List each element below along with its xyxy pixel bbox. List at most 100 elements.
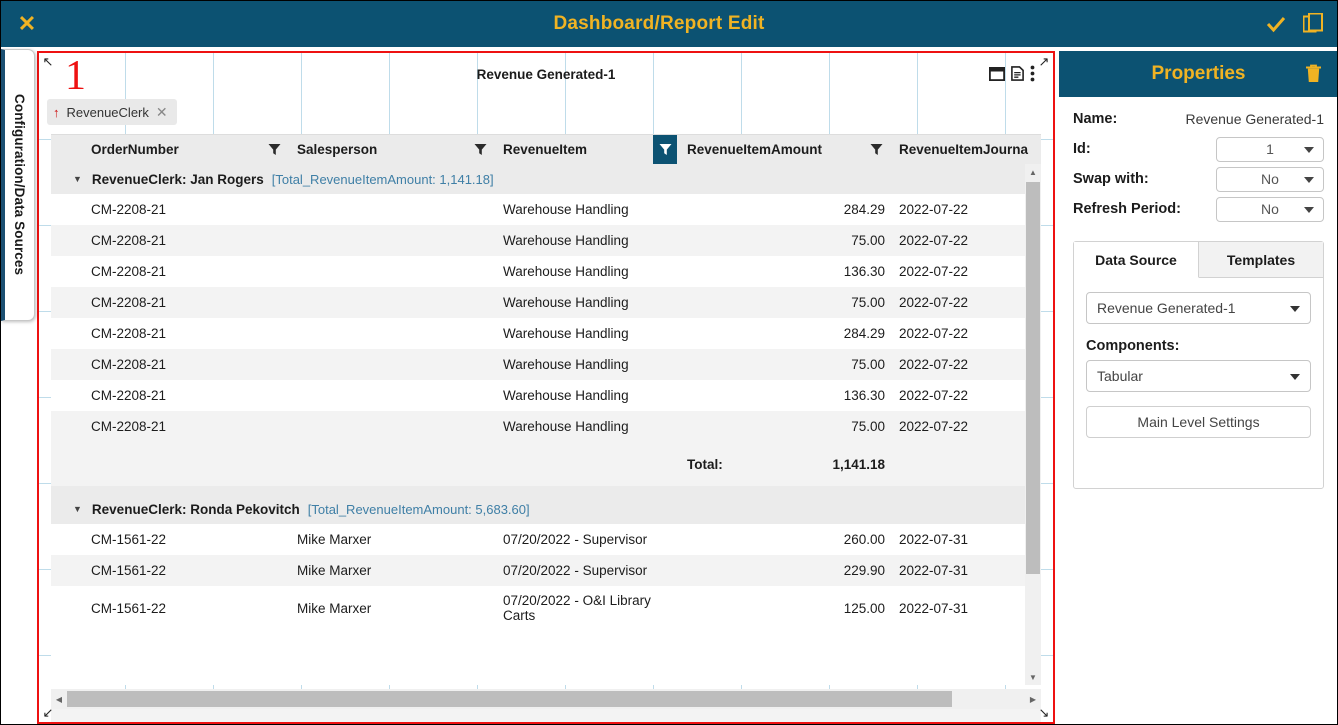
- check-icon[interactable]: [1265, 13, 1287, 35]
- cell-revenueitemamount: 75.00: [679, 225, 891, 256]
- filter-icon-salesperson[interactable]: [469, 135, 491, 165]
- group-total-value: 1,141.18: [775, 457, 891, 472]
- cell-revenueitemamount: 260.00: [679, 524, 891, 555]
- table-row[interactable]: CM-2208-21 Warehouse Handling 284.29 202…: [51, 194, 1041, 225]
- group-collapse-icon[interactable]: ▼: [73, 174, 82, 184]
- table-row[interactable]: CM-2208-21 Warehouse Handling 284.29 202…: [51, 318, 1041, 349]
- scroll-left-icon[interactable]: ◀: [51, 695, 67, 704]
- components-label: Components:: [1086, 338, 1311, 354]
- scroll-down-icon[interactable]: ▼: [1025, 669, 1041, 685]
- table-row[interactable]: CM-2208-21 Warehouse Handling 75.00 2022…: [51, 287, 1041, 318]
- cell-revenueitem: Warehouse Handling: [495, 287, 679, 318]
- cell-revenueitemjournal: 2022-07-22: [891, 256, 1041, 287]
- table-row[interactable]: CM-1561-22 Mike Marxer 07/20/2022 - O&I …: [51, 586, 1041, 630]
- horizontal-scroll-thumb[interactable]: [67, 691, 952, 707]
- cell-revenueitemamount: 136.30: [679, 256, 891, 287]
- field-refresh-period: Refresh Period: No: [1059, 195, 1338, 223]
- table-row[interactable]: CM-1561-22 Mike Marxer 07/20/2022 - Supe…: [51, 555, 1041, 586]
- column-label: RevenueItemAmount: [679, 142, 822, 157]
- document-icon[interactable]: [1011, 66, 1024, 81]
- components-select[interactable]: Tabular: [1086, 360, 1311, 392]
- cell-salesperson: [289, 256, 495, 287]
- filter-icon-revenueitem[interactable]: [653, 135, 677, 165]
- cell-revenueitem: Warehouse Handling: [495, 225, 679, 256]
- scroll-up-icon[interactable]: ▲: [1025, 164, 1041, 180]
- group-label: RevenueClerk: Jan Rogers: [92, 172, 264, 187]
- chevron-down-icon: [1290, 306, 1300, 312]
- resize-handle-top-right[interactable]: ↗: [1037, 55, 1051, 69]
- report-canvas[interactable]: ↖ ↗ ↙ ↘ 1 Revenue Generated-1: [37, 51, 1055, 724]
- properties-title: Properties: [1152, 63, 1246, 85]
- resize-handle-bottom-left[interactable]: ↙: [41, 706, 55, 720]
- remove-sort-icon[interactable]: ✕: [156, 105, 168, 119]
- group-collapse-icon[interactable]: ▼: [73, 504, 82, 514]
- swap-with-select[interactable]: No: [1216, 167, 1324, 192]
- table-horizontal-scrollbar[interactable]: ◀ ▶: [51, 689, 1041, 709]
- window-icon[interactable]: [989, 67, 1005, 81]
- table-row[interactable]: CM-2208-21 Warehouse Handling 75.00 2022…: [51, 349, 1041, 380]
- field-id: Id: 1: [1059, 135, 1338, 163]
- cell-revenueitem: 07/20/2022 - Supervisor: [495, 524, 679, 555]
- table-row[interactable]: CM-1561-22 Mike Marxer 07/20/2022 - Supe…: [51, 524, 1041, 555]
- properties-tabs-container: Data Source Templates Revenue Generated-…: [1073, 241, 1324, 489]
- column-header-revenueitem[interactable]: RevenueItem: [495, 135, 679, 165]
- cell-ordernumber: CM-2208-21: [83, 411, 289, 442]
- group-total-text: [Total_RevenueItemAmount: 1,141.18]: [272, 172, 494, 187]
- cell-revenueitemamount: 75.00: [679, 411, 891, 442]
- swap-with-select-value: No: [1261, 171, 1279, 187]
- cell-revenueitem: 07/20/2022 - Supervisor: [495, 555, 679, 586]
- grand-total-row: Total: 7,468.66: [51, 709, 1041, 724]
- group-header-row[interactable]: ▼ RevenueClerk: Jan Rogers [Total_Revenu…: [51, 164, 1041, 194]
- cell-salesperson: [289, 194, 495, 225]
- properties-fields: Name: Revenue Generated-1 Id: 1 Swap wit…: [1059, 105, 1338, 223]
- tab-templates[interactable]: Templates: [1199, 242, 1323, 278]
- column-header-salesperson[interactable]: Salesperson: [289, 135, 495, 165]
- column-header-ordernumber[interactable]: OrderNumber: [83, 135, 289, 165]
- kebab-menu-icon[interactable]: [1030, 65, 1035, 82]
- table-row[interactable]: CM-2208-21 Warehouse Handling 75.00 2022…: [51, 411, 1041, 442]
- top-bar-actions: [1265, 13, 1338, 35]
- table-row[interactable]: CM-2208-21 Warehouse Handling 136.30 202…: [51, 380, 1041, 411]
- widget-order-number: 1: [65, 55, 86, 97]
- cell-revenueitemamount: 284.29: [679, 318, 891, 349]
- table-body[interactable]: ▼ RevenueClerk: Jan Rogers [Total_Revenu…: [51, 164, 1041, 685]
- cell-revenueitemjournal: 2022-07-22: [891, 380, 1041, 411]
- properties-panel: Properties Name: Revenue Generated-1 Id:…: [1059, 51, 1338, 725]
- cell-revenueitemjournal: 2022-07-22: [891, 411, 1041, 442]
- cell-ordernumber: CM-2208-21: [83, 349, 289, 380]
- copy-icon[interactable]: [1303, 13, 1323, 35]
- tab-data-source[interactable]: Data Source: [1074, 242, 1199, 278]
- widget-header: Revenue Generated-1: [39, 53, 1053, 96]
- cell-revenueitemjournal: 2022-07-31: [891, 586, 1041, 630]
- resize-handle-bottom-right[interactable]: ↘: [1037, 706, 1051, 720]
- close-window-button[interactable]: ✕: [1, 13, 53, 35]
- revenue-generated-widget: Revenue Generated-1: [39, 53, 1053, 722]
- filter-icon-ordernumber[interactable]: [263, 135, 285, 165]
- trash-icon[interactable]: [1305, 64, 1322, 88]
- table-vertical-scrollbar[interactable]: ▲ ▼: [1025, 164, 1041, 685]
- horizontal-scroll-track[interactable]: [67, 689, 1025, 709]
- cell-revenueitemamount: 284.29: [679, 194, 891, 225]
- table-row[interactable]: CM-2208-21 Warehouse Handling 75.00 2022…: [51, 225, 1041, 256]
- cell-revenueitemjournal: 2022-07-22: [891, 225, 1041, 256]
- sidebar-tab-configuration-data-sources[interactable]: Configuration/Data Sources: [1, 49, 35, 321]
- refresh-period-select[interactable]: No: [1216, 197, 1324, 222]
- widget-title: Revenue Generated-1: [477, 67, 616, 82]
- table-row[interactable]: CM-2208-21 Warehouse Handling 136.30 202…: [51, 256, 1041, 287]
- main-level-settings-button[interactable]: Main Level Settings: [1086, 406, 1311, 438]
- id-select[interactable]: 1: [1216, 137, 1324, 162]
- scroll-right-icon[interactable]: ▶: [1025, 695, 1041, 704]
- chevron-down-icon: [1304, 147, 1314, 153]
- resize-handle-top-left[interactable]: ↖: [41, 55, 55, 69]
- data-source-select[interactable]: Revenue Generated-1: [1086, 292, 1311, 324]
- column-header-revenueitemamount[interactable]: RevenueItemAmount: [679, 135, 891, 165]
- sort-chip-revenueclerk[interactable]: ↑ RevenueClerk ✕: [47, 99, 177, 125]
- column-header-revenueitemjournal[interactable]: RevenueItemJourna: [891, 135, 1041, 165]
- cell-revenueitemjournal: 2022-07-22: [891, 318, 1041, 349]
- top-bar: ✕ Dashboard/Report Edit: [1, 1, 1338, 47]
- cell-revenueitemamount: 75.00: [679, 287, 891, 318]
- properties-header: Properties: [1059, 51, 1338, 97]
- filter-icon-revenueitemamount[interactable]: [865, 135, 887, 165]
- vertical-scroll-thumb[interactable]: [1026, 182, 1040, 574]
- group-header-row[interactable]: ▼ RevenueClerk: Ronda Pekovitch [Total_R…: [51, 494, 1041, 524]
